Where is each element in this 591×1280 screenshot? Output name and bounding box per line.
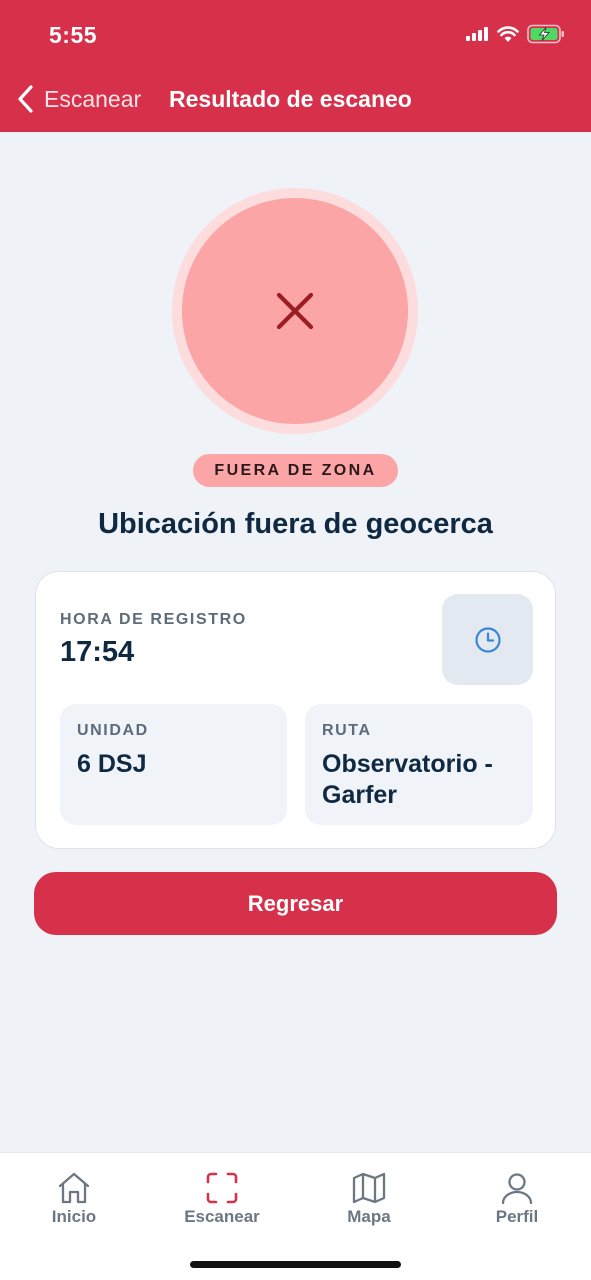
- wifi-icon: [497, 25, 519, 42]
- chevron-left-icon: [18, 85, 33, 113]
- details-card: HORA DE REGISTRO 17:54 UNIDAD 6 DSJ RUTA…: [35, 571, 556, 849]
- close-icon: [276, 292, 314, 330]
- tab-label-mapa: Mapa: [347, 1207, 391, 1226]
- back-button[interactable]: Escanear: [16, 84, 141, 114]
- back-button-label: Escanear: [44, 85, 142, 112]
- signal-icon: [466, 27, 488, 41]
- clock-icon: [474, 626, 501, 653]
- map-icon: [352, 1172, 386, 1204]
- result-indicator: [182, 198, 408, 424]
- hora-label: HORA DE REGISTRO: [60, 611, 247, 628]
- ruta-box: RUTA Observatorio - Garfer: [305, 704, 533, 825]
- tab-perfil[interactable]: Perfil: [457, 1171, 577, 1227]
- battery-icon: [527, 24, 564, 44]
- ruta-value: Observatorio - Garfer: [322, 750, 493, 809]
- result-title: Ubicación fuera de geocerca: [98, 508, 493, 540]
- regresar-button[interactable]: Regresar: [34, 872, 557, 935]
- clock-icon-box: [442, 594, 533, 685]
- top-app-bar: 5:55 Escanear Resultado de escaneo: [0, 0, 591, 132]
- user-icon: [501, 1173, 533, 1205]
- unidad-value: 6 DSJ: [77, 750, 147, 778]
- tab-label-perfil: Perfil: [495, 1207, 539, 1226]
- tab-mapa[interactable]: Mapa: [309, 1171, 429, 1227]
- hora-value: 17:54: [60, 636, 135, 668]
- home-icon: [58, 1172, 90, 1204]
- status-time: 5:55: [49, 22, 98, 48]
- nav-bar: Escanear Resultado de escaneo: [0, 84, 591, 118]
- unidad-label: UNIDAD: [77, 722, 149, 739]
- page-title: Resultado de escaneo: [169, 86, 412, 112]
- tab-label-escanear: Escanear: [184, 1207, 260, 1226]
- status-badge: FUERA DE ZONA: [193, 454, 398, 487]
- tab-inicio[interactable]: Inicio: [14, 1171, 134, 1227]
- tab-label-inicio: Inicio: [51, 1207, 97, 1226]
- status-icons: [465, 24, 565, 44]
- ruta-label: RUTA: [322, 722, 372, 739]
- scan-icon: [206, 1172, 238, 1204]
- tab-escanear[interactable]: Escanear: [162, 1171, 282, 1227]
- home-indicator: [190, 1261, 401, 1268]
- unidad-box: UNIDAD 6 DSJ: [60, 704, 287, 825]
